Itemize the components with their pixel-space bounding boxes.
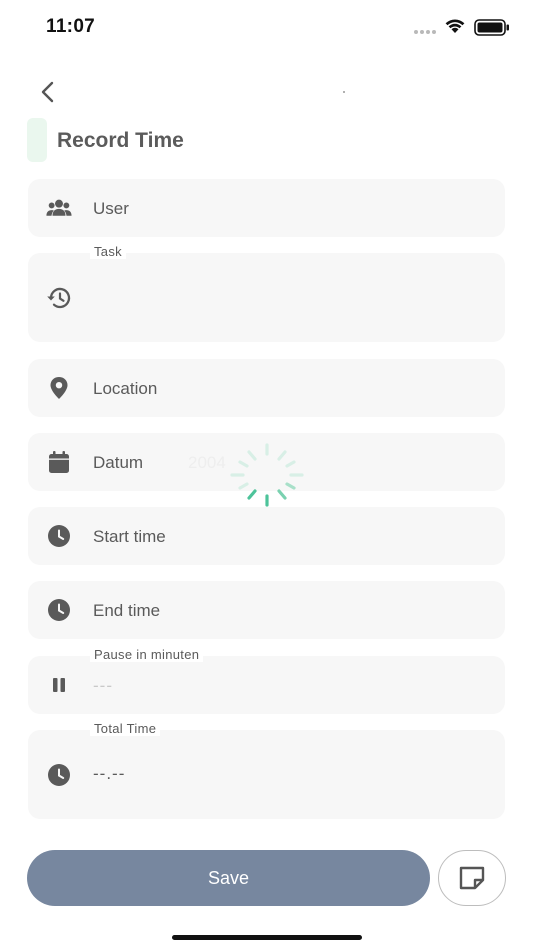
total-time-label: Total Time <box>90 721 161 736</box>
location-pin-icon <box>46 375 72 401</box>
total-time-field: --.-- <box>28 730 505 819</box>
title-accent <box>27 118 47 162</box>
start-time-field[interactable]: Start time <box>28 507 505 565</box>
task-label: Task <box>90 244 126 259</box>
task-field[interactable] <box>28 253 505 342</box>
location-label: Location <box>93 379 158 398</box>
clock-icon <box>46 523 72 549</box>
pause-icon <box>46 672 72 698</box>
end-time-field[interactable]: End time <box>28 581 505 639</box>
location-field[interactable]: Location <box>28 359 505 417</box>
history-icon <box>46 285 72 311</box>
users-icon <box>46 195 72 221</box>
total-time-value: --.-- <box>93 764 126 783</box>
date-label: Datum <box>93 453 144 472</box>
wifi-icon <box>445 19 465 33</box>
note-button[interactable] <box>438 850 506 906</box>
back-button[interactable] <box>34 78 62 106</box>
battery-icon <box>474 19 509 36</box>
pause-label: Pause in minuten <box>90 647 204 662</box>
status-time: 11:07 <box>46 16 96 37</box>
calendar-icon <box>46 449 72 475</box>
user-label: User <box>93 199 129 218</box>
user-field[interactable]: User <box>28 179 505 237</box>
home-indicator <box>172 935 362 940</box>
start-time-label: Start time <box>93 527 166 546</box>
pause-field[interactable]: --- <box>28 656 505 714</box>
status-bar: 11:07 <box>0 0 534 54</box>
save-button[interactable]: Save <box>27 850 430 906</box>
loading-spinner-icon <box>230 443 304 507</box>
date-faded-value: 2004 <box>188 453 226 472</box>
clock-icon <box>46 597 72 623</box>
note-icon <box>459 866 485 890</box>
clock-icon <box>46 762 72 788</box>
chevron-left-icon <box>41 81 54 103</box>
pause-input[interactable]: --- <box>93 676 113 696</box>
page-title: Record Time <box>57 129 184 152</box>
end-time-label: End time <box>93 601 161 620</box>
decorative-dot <box>343 91 345 93</box>
signal-dots-icon <box>414 30 436 34</box>
